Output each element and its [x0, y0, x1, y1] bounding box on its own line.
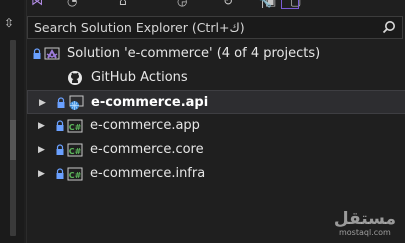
active-toggle-button[interactable] — [281, 0, 299, 9]
lock-icon — [56, 120, 64, 131]
lock-icon — [57, 97, 65, 108]
expand-arrow-icon[interactable]: ▶ — [38, 121, 46, 131]
scrollbar-thumb[interactable] — [10, 120, 16, 160]
toolbar: ⋈ ◔ ⌂ ◶ ↻ ▣ ▢ │ 🔧 — [27, 0, 405, 14]
watermark-logo: مستقل mostaql.com — [334, 210, 396, 237]
project-node-app[interactable]: ▶ C# e-commerce.app — [27, 114, 405, 138]
expand-arrow-icon[interactable]: ▶ — [39, 98, 47, 108]
github-actions-node[interactable]: GitHub Actions — [27, 66, 405, 90]
refresh-icon[interactable]: ↻ — [223, 0, 233, 8]
project-label: e-commerce.core — [90, 142, 204, 157]
project-node-core[interactable]: ▶ C# e-commerce.core — [27, 138, 405, 162]
lock-icon — [33, 48, 41, 59]
watermark-sub: mostaql.com — [338, 228, 391, 237]
lock-icon — [56, 168, 64, 179]
solution-tree: Solution 'e-commerce' (4 of 4 projects) … — [27, 42, 405, 186]
svg-text:C#: C# — [69, 171, 82, 180]
web-project-icon — [69, 95, 84, 110]
home-icon[interactable]: ⌂ — [119, 0, 127, 8]
github-actions-label: GitHub Actions — [91, 70, 188, 85]
left-pane: ⇳ — [0, 0, 24, 243]
vs-icon[interactable]: ⋈ — [31, 0, 43, 8]
sync-icon[interactable]: ◔ — [67, 0, 77, 8]
project-label: e-commerce.app — [90, 118, 200, 133]
pin-icon[interactable]: ⇳ — [0, 10, 18, 36]
wrench-icon[interactable]: 🔧 — [257, 0, 272, 8]
search-box[interactable]: Search Solution Explorer (Ctrl+ك) — [27, 16, 403, 39]
github-icon — [68, 71, 82, 85]
expand-arrow-icon[interactable]: ▶ — [38, 145, 46, 155]
csharp-project-icon: C# — [67, 143, 83, 157]
svg-text:C#: C# — [69, 147, 82, 156]
project-node-api[interactable]: ▶ e-commerce.api — [27, 90, 405, 114]
history-icon[interactable]: ◶ — [177, 0, 187, 8]
search-icon[interactable] — [382, 20, 396, 34]
watermark-main: مستقل — [333, 209, 396, 229]
solution-label: Solution 'e-commerce' (4 of 4 projects) — [67, 46, 321, 61]
solution-node[interactable]: Solution 'e-commerce' (4 of 4 projects) — [27, 42, 405, 66]
search-placeholder: Search Solution Explorer (Ctrl+ك) — [34, 20, 245, 35]
svg-text:C#: C# — [69, 123, 82, 132]
lock-icon — [56, 144, 64, 155]
csharp-project-icon: C# — [67, 119, 83, 133]
solution-icon — [44, 47, 60, 60]
project-label: e-commerce.api — [91, 95, 209, 110]
project-node-infra[interactable]: ▶ C# e-commerce.infra — [27, 162, 405, 186]
solution-explorer-panel: ⋈ ◔ ⌂ ◶ ↻ ▣ ▢ │ 🔧 Search Solution Explor… — [26, 0, 405, 243]
expand-arrow-icon[interactable]: ▶ — [38, 169, 46, 179]
csharp-project-icon: C# — [67, 167, 83, 181]
project-label: e-commerce.infra — [90, 166, 206, 181]
